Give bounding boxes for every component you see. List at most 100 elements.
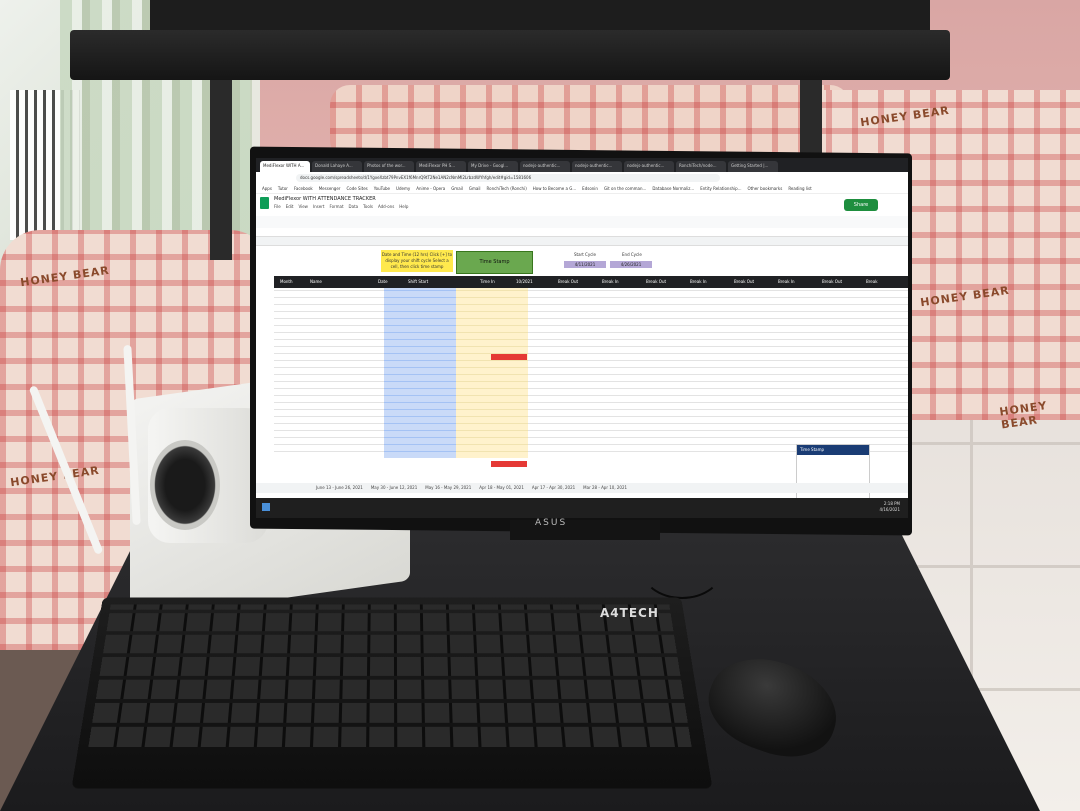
column-header: 10/2021: [516, 279, 533, 284]
bookmark-link[interactable]: Gmail: [451, 184, 463, 193]
column-header: Break Out: [646, 279, 667, 284]
monitor-screen: MediFlexor WITH A... Donald Lahaye A... …: [256, 158, 908, 518]
keyboard-brand-logo: A4TECH: [600, 606, 659, 620]
keyboard-keys: [88, 604, 692, 748]
windows-taskbar: 2:18 PM 4/16/2021: [256, 498, 908, 518]
bookmark-link[interactable]: Edsonin: [582, 184, 598, 193]
column-header: Month: [280, 279, 293, 284]
bookmark-link[interactable]: Other bookmarks: [748, 184, 783, 193]
browser-tab[interactable]: Donald Lahaye A...: [312, 161, 362, 172]
menu-item[interactable]: Tools: [363, 204, 373, 209]
speaker-cone: [150, 440, 220, 530]
sofa-print-text: HONEY BEAR: [19, 263, 111, 290]
menu-item[interactable]: View: [298, 204, 308, 209]
sofa-print-text: HONEY BEAR: [859, 103, 951, 130]
bookmark-link[interactable]: Git on the comman...: [604, 184, 646, 193]
sheet-tabs: June 13 - June 26, 2021 May 30 - June 12…: [256, 483, 908, 493]
bookmark-link[interactable]: Tutor: [278, 184, 288, 193]
share-button[interactable]: Share: [844, 199, 878, 211]
column-header: Shift Start: [408, 279, 429, 284]
start-cycle-label: Start Cycle: [574, 252, 596, 257]
browser-tab[interactable]: nodejs-authentic...: [624, 161, 674, 172]
column-header: Break: [866, 279, 878, 284]
end-cycle-label: End Cycle: [622, 252, 642, 257]
shift-start-column[interactable]: [384, 288, 456, 458]
menu-item[interactable]: Help: [399, 204, 408, 209]
table-header-row: Month Name Date Shift Start Time In 10/2…: [274, 276, 908, 288]
bookmark-link[interactable]: Anime - Opera: [416, 184, 445, 193]
column-header: Break Out: [734, 279, 755, 284]
monitor-stand: [510, 520, 660, 540]
bookmark-link[interactable]: How to Become a G...: [533, 184, 576, 193]
sheet-tab[interactable]: May 16 - May 29, 2021: [425, 483, 471, 493]
bookmark-link[interactable]: Messenger: [319, 184, 341, 193]
monitor-shelf: [70, 30, 950, 80]
column-header: Break In: [602, 279, 619, 284]
menu-item[interactable]: Edit: [286, 204, 294, 209]
bookmarks-bar: Apps Tutor Facebook Messenger Code Sites…: [256, 184, 908, 194]
column-headers: [256, 237, 908, 246]
highlighted-cell[interactable]: [491, 461, 527, 467]
bookmark-link[interactable]: Database Normaliz...: [652, 184, 694, 193]
column-header: Break In: [778, 279, 795, 284]
clock-date: 4/16/2021: [879, 507, 900, 512]
sheet-tab[interactable]: June 13 - June 26, 2021: [316, 483, 363, 493]
bookmark-link[interactable]: Gmail: [469, 184, 481, 193]
windows-start-icon[interactable]: [262, 503, 270, 511]
time-in-column[interactable]: [456, 288, 528, 458]
sheet-tab[interactable]: Mar 28 - Apr 10, 2021: [583, 483, 627, 493]
browser-tab[interactable]: RonchiTech/node...: [676, 161, 726, 172]
column-header: Time In: [480, 279, 495, 284]
column-header: Break In: [690, 279, 707, 284]
menu-bar: File Edit View Insert Format Data Tools …: [274, 204, 408, 209]
instruction-note: Date and Time (12 hrs) Click [+] to disp…: [381, 250, 453, 272]
sheet-tab[interactable]: May 30 - June 12, 2021: [371, 483, 417, 493]
sofa-print-text: HONEY BEAR: [919, 283, 1011, 310]
end-cycle-value[interactable]: 4/26/2021: [610, 261, 652, 268]
monitor-brand-logo: ASUS: [535, 518, 568, 528]
bookmark-link[interactable]: Facebook: [294, 184, 313, 193]
cable: [640, 535, 724, 599]
browser-tab[interactable]: nodejs-authentic...: [520, 161, 570, 172]
shelf-leg: [210, 80, 232, 260]
browser-tab-bar: MediFlexor WITH A... Donald Lahaye A... …: [256, 158, 908, 172]
taskbar-clock: 2:18 PM 4/16/2021: [879, 501, 900, 513]
sheets-logo-icon: [260, 197, 269, 209]
bookmark-link[interactable]: RonchiTech (Ronchi): [487, 184, 527, 193]
attendance-grid[interactable]: [274, 288, 908, 458]
browser-tab[interactable]: Getting Started |...: [728, 161, 778, 172]
start-cycle-value[interactable]: 4/11/2021: [564, 261, 606, 268]
sheet-tab[interactable]: Apr 18 - May 01, 2021: [479, 483, 524, 493]
menu-item[interactable]: Data: [349, 204, 359, 209]
column-header: Name: [310, 279, 322, 284]
browser-tab[interactable]: Photos of the wor...: [364, 161, 414, 172]
shelf-leg: [800, 80, 822, 160]
bookmark-link[interactable]: Apps: [262, 184, 272, 193]
bookmark-link[interactable]: Code Sites: [346, 184, 367, 193]
column-header: Break Out: [558, 279, 579, 284]
browser-tab[interactable]: MediFlexor WITH A...: [260, 161, 310, 172]
browser-tab[interactable]: MediFlexor PH S...: [416, 161, 466, 172]
sheets-header: MediFlexor WITH ATTENDANCE TRACKER File …: [256, 194, 908, 216]
bookmark-link[interactable]: Udemy: [396, 184, 410, 193]
column-header: Break Out: [822, 279, 843, 284]
time-stamp-panel-title: Time Stamp: [797, 445, 869, 455]
column-header: Date: [378, 279, 388, 284]
menu-item[interactable]: File: [274, 204, 281, 209]
time-stamp-panel: Time Stamp: [796, 444, 870, 506]
bookmark-link[interactable]: Reading list: [788, 184, 811, 193]
sheet-tab[interactable]: Apr 17 - Apr 30, 2021: [532, 483, 575, 493]
bookmark-link[interactable]: YouTube: [374, 184, 390, 193]
menu-item[interactable]: Insert: [313, 204, 324, 209]
browser-tab[interactable]: nodejs-authentic...: [572, 161, 622, 172]
document-title[interactable]: MediFlexor WITH ATTENDANCE TRACKER: [274, 196, 376, 202]
formula-bar[interactable]: [256, 228, 908, 237]
menu-item[interactable]: Format: [329, 204, 343, 209]
url-field[interactable]: docs.google.com/spreadsheets/d/1YgxeXzbt…: [296, 174, 720, 182]
time-stamp-button[interactable]: Time Stamp: [456, 251, 533, 274]
bookmark-link[interactable]: Entity Relationship...: [700, 184, 741, 193]
highlighted-cell[interactable]: [491, 354, 527, 360]
sofa-print-text: HONEY BEAR: [9, 463, 101, 490]
menu-item[interactable]: Add-ons: [378, 204, 394, 209]
browser-tab[interactable]: My Drive - Googl...: [468, 161, 518, 172]
